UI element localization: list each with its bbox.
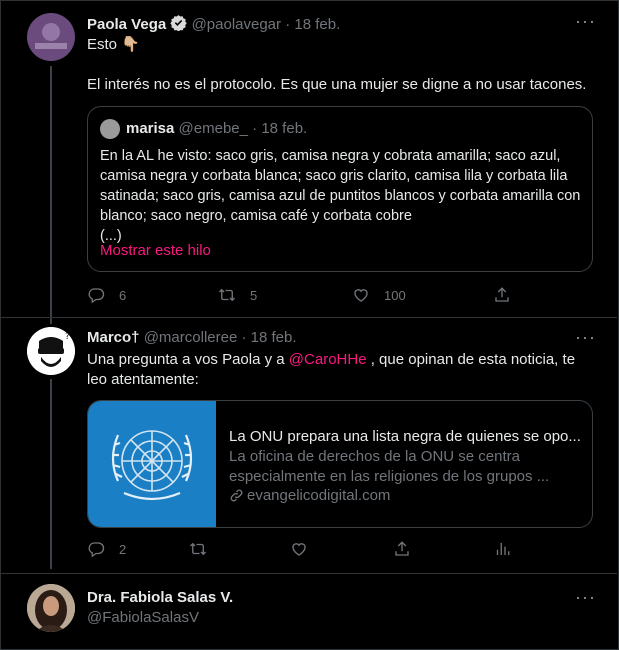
retweet-icon	[219, 288, 235, 302]
un-emblem-icon	[111, 430, 193, 501]
retweet-icon	[190, 542, 206, 556]
like-button[interactable]	[290, 540, 322, 558]
quote-avatar	[100, 119, 120, 139]
reply-button[interactable]: 6	[87, 286, 126, 304]
author-name[interactable]: Marco†	[87, 329, 140, 346]
like-icon	[292, 543, 306, 556]
separator: ·	[285, 16, 291, 33]
verified-badge-icon	[170, 14, 188, 31]
reply-icon	[88, 288, 105, 304]
retweet-button[interactable]: 5	[218, 286, 257, 304]
thread-line	[50, 66, 52, 324]
quote-date: 18 feb.	[261, 120, 308, 137]
tweet-header: Dra. Fabiola Salas V.	[87, 589, 233, 606]
card-description: La oficina de derechos de la ONU se cent…	[229, 448, 550, 485]
like-icon	[354, 289, 368, 302]
tweet-date[interactable]: 18 feb.	[294, 16, 340, 33]
more-icon[interactable]: ···	[575, 588, 596, 606]
separator: ·	[241, 329, 247, 346]
divider	[0, 317, 617, 318]
quote-author-name: marisa	[126, 120, 175, 137]
author-handle[interactable]: @marcolleree	[144, 329, 238, 346]
link-icon	[230, 489, 243, 502]
author-handle[interactable]: @paolavegar	[192, 16, 281, 33]
more-icon[interactable]: ···	[575, 328, 596, 346]
author-name[interactable]: Paola Vega	[87, 16, 166, 33]
reply-button[interactable]: 2	[87, 540, 126, 558]
tweet-text: Una pregunta a vos Paola y a @CaroHHe , …	[87, 350, 597, 390]
card-domain-row: evangelicodigital.com	[229, 487, 390, 504]
analytics-button[interactable]	[493, 540, 525, 558]
card-image	[88, 401, 216, 527]
retweet-count: 5	[250, 287, 258, 303]
avatar[interactable]	[27, 584, 75, 632]
more-icon[interactable]: ···	[575, 12, 596, 30]
divider	[0, 573, 617, 574]
quote-text-body: En la AL he visto: saco gris, camisa neg…	[100, 148, 581, 224]
tweet-text-line: El interés no es el protocolo. Es que un…	[87, 76, 587, 93]
like-count: 100	[384, 287, 406, 303]
tweet-text: Esto 👇🏼 El interés no es el protocolo. E…	[87, 35, 597, 95]
quote-header: marisa @emebe_ · 18 feb.	[126, 120, 307, 137]
quoted-tweet[interactable]: marisa @emebe_ · 18 feb. En la AL he vis…	[87, 106, 593, 272]
card-domain: evangelicodigital.com	[247, 487, 391, 504]
reply-count: 6	[119, 287, 127, 303]
mention-link[interactable]: @CaroHHe	[289, 351, 367, 368]
avatar[interactable]: ?	[27, 327, 75, 375]
quote-text: En la AL he visto: saco gris, camisa neg…	[100, 146, 584, 246]
like-button[interactable]: 100	[352, 286, 406, 304]
tweet-actions: 2	[87, 540, 587, 560]
emoji: 👇🏼	[121, 36, 140, 53]
retweet-button[interactable]	[189, 540, 221, 558]
tweet-text-line: Esto	[87, 36, 118, 53]
separator: ·	[252, 120, 258, 137]
analytics-icon	[496, 543, 510, 555]
share-button[interactable]	[493, 286, 525, 304]
share-icon	[395, 541, 409, 556]
card-title: La ONU prepara una lista negra de quiene…	[229, 428, 581, 445]
avatar[interactable]	[27, 13, 75, 61]
thread-line	[50, 379, 52, 569]
show-thread-link[interactable]: Mostrar este hilo	[100, 241, 211, 261]
tweet-header: Paola Vega @paolavegar · 18 feb.	[87, 14, 340, 33]
share-icon	[495, 287, 509, 302]
author-name[interactable]: Dra. Fabiola Salas V.	[87, 589, 233, 606]
tweet-header: Marco† @marcolleree · 18 feb.	[87, 329, 297, 346]
tweet-actions: 6 5 100	[87, 286, 587, 306]
author-handle[interactable]: @FabiolaSalasV	[87, 609, 199, 626]
link-card[interactable]: La ONU prepara una lista negra de quiene…	[87, 400, 593, 528]
share-button[interactable]	[393, 540, 425, 558]
reply-icon	[88, 542, 105, 558]
reply-count: 2	[119, 541, 127, 557]
tweet-text-part: Una pregunta a vos Paola y a	[87, 351, 289, 368]
quote-author-handle: @emebe_	[178, 120, 248, 137]
tweet-date[interactable]: 18 feb.	[251, 329, 297, 346]
